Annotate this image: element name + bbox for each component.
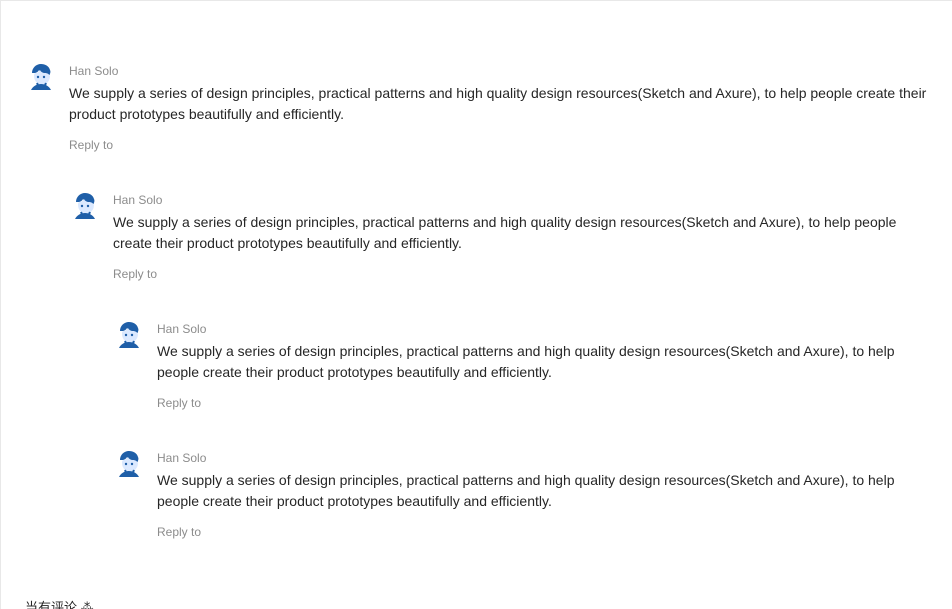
comment-actions: Reply to [157, 393, 928, 413]
reply-to-link[interactable]: Reply to [113, 267, 157, 281]
comment-panel: Han Solo We supply a series of design pr… [0, 0, 952, 609]
comment-actions: Reply to [69, 135, 928, 155]
comment-body: Han Solo We supply a series of design pr… [157, 319, 928, 413]
reply-to-link[interactable]: Reply to [157, 396, 201, 410]
user-avatar-icon[interactable] [25, 61, 57, 93]
view-more-comments-link[interactable]: 当有评论 ⁂ [25, 599, 94, 609]
comment-actions: Reply to [157, 522, 928, 542]
reply-to-link[interactable]: Reply to [69, 138, 113, 152]
user-avatar-icon[interactable] [113, 319, 145, 351]
comment-author[interactable]: Han Solo [113, 190, 928, 210]
comment-body: Han Solo We supply a series of design pr… [69, 61, 928, 155]
comment-author[interactable]: Han Solo [69, 61, 928, 81]
comment-body: Han Solo We supply a series of design pr… [157, 448, 928, 542]
user-avatar-icon[interactable] [113, 448, 145, 480]
comment-content: We supply a series of design principles,… [157, 472, 895, 509]
comment-author[interactable]: Han Solo [157, 319, 928, 339]
user-avatar-icon[interactable] [69, 190, 101, 222]
comment-content: We supply a series of design principles,… [157, 343, 895, 380]
comment-body: Han Solo We supply a series of design pr… [113, 190, 928, 284]
comment-author[interactable]: Han Solo [157, 448, 928, 468]
comment-content: We supply a series of design principles,… [69, 85, 927, 122]
comment-content: We supply a series of design principles,… [113, 214, 897, 251]
reply-to-link[interactable]: Reply to [157, 525, 201, 539]
comment-actions: Reply to [113, 264, 928, 284]
